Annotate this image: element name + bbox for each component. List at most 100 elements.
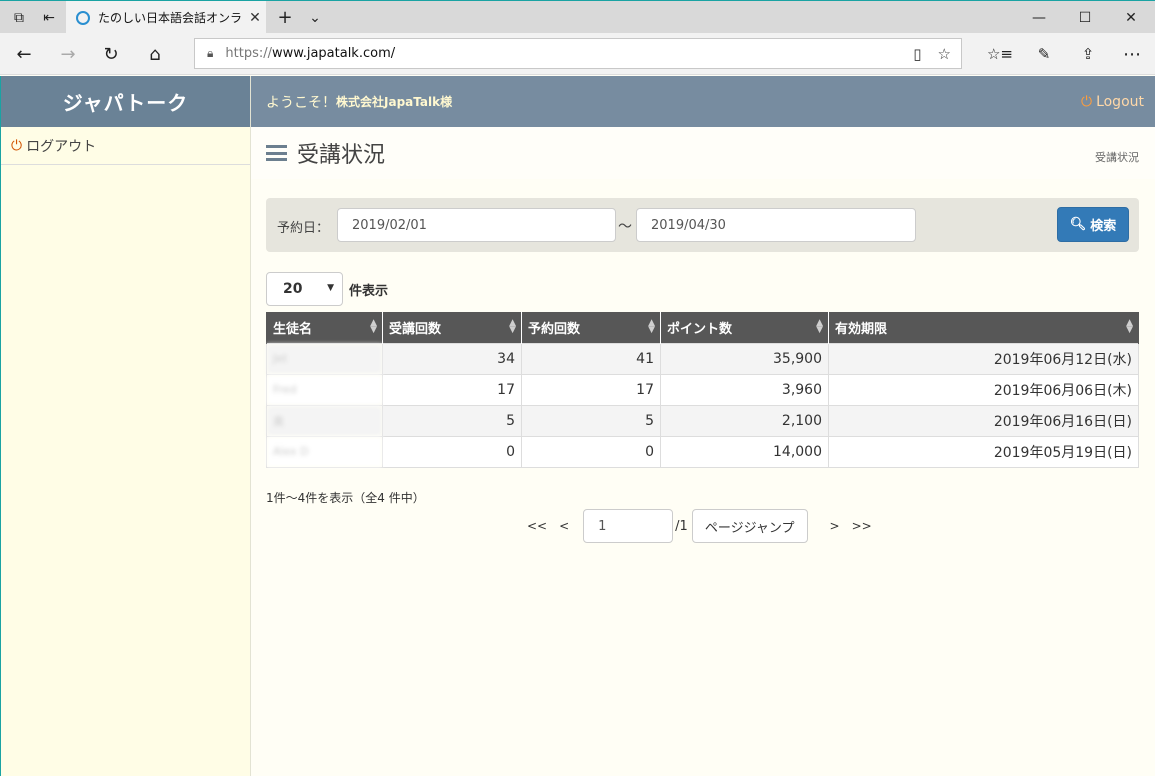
favorites-list-icon[interactable]: ☆≡ [978, 33, 1022, 75]
close-tab-icon[interactable]: ✕ [244, 10, 266, 26]
expiry-cell: 2019年05月19日(日) [828, 435, 1139, 468]
page-number-input[interactable] [583, 509, 674, 543]
caret-down-icon: ▼ [327, 283, 334, 293]
tab-list-icon[interactable]: ⧉ [4, 1, 34, 34]
search-button[interactable]: 🔍︎ 検索 [1057, 207, 1129, 242]
reading-view-icon[interactable]: ▯ [913, 45, 921, 63]
page-jump-button[interactable]: ページジャンプ [691, 509, 808, 543]
per-page-select[interactable]: 20 ▼ [266, 272, 343, 306]
sidebar-item-label: ログアウト [26, 138, 97, 155]
tab-dropdown-icon[interactable]: ⌄ [300, 1, 330, 34]
sort-icon[interactable]: ▲ ▼ [509, 319, 516, 335]
logout-link[interactable]: ⏻ Logout [1081, 76, 1144, 127]
sidebar-item-logout[interactable]: ⏻ ログアウト [1, 127, 250, 165]
sort-icon[interactable]: ▲ ▼ [648, 319, 655, 335]
minimize-icon[interactable]: — [1016, 1, 1062, 34]
back-icon[interactable]: ← [2, 33, 46, 75]
attendance-table: 生徒名 ▲ ▼ 受講回数 ▲ ▼ 予約回数 ▲ ▼ ポイント数 ▲ ▼ 有効期限 ▲ ▼ Jet 3… [266, 312, 1139, 468]
new-tab-icon[interactable]: + [270, 1, 300, 34]
date-from-input[interactable] [337, 208, 616, 242]
lesson-count-cell: 0 [382, 435, 522, 468]
expiry-cell: 2019年06月06日(木) [828, 373, 1139, 406]
company-name: 株式会社JapaTalk様 [336, 95, 453, 109]
table-row: Alex D 0 0 14,000 2019年05月19日(日) [266, 435, 1139, 468]
close-window-icon[interactable]: ✕ [1108, 1, 1154, 34]
main-content: 受講状況 受講状況 予約日： ～ 🔍︎ 検索 20 ▼ 件表示 生徒名▲▼ 受講… [251, 127, 1155, 776]
lock-icon: 🔒︎ [207, 46, 214, 60]
breadcrumb: 受講状況 [1095, 151, 1139, 164]
student-name-cell: Alex D [266, 435, 383, 468]
search-button-label: 検索 [1090, 219, 1117, 234]
reservation-count-cell: 41 [521, 342, 661, 375]
next-page-link[interactable]: > [830, 519, 840, 533]
reservation-count-cell: 5 [521, 404, 661, 437]
reservation-count-cell: 17 [521, 373, 661, 406]
date-to-input[interactable] [636, 208, 916, 242]
column-header-student-name[interactable]: 生徒名 ▲ ▼ [266, 312, 383, 343]
share-icon[interactable]: ⇪ [1066, 33, 1110, 75]
prev-page-link[interactable]: < [559, 519, 569, 533]
points-cell: 2,100 [660, 404, 829, 437]
forward-icon[interactable]: → [46, 33, 90, 75]
table-row: Fred 17 17 3,960 2019年06月06日(木) [266, 373, 1139, 406]
per-page-label: 件表示 [349, 283, 389, 299]
browser-tab-active[interactable]: たのしい日本語会話オンラ ✕ [66, 1, 266, 34]
per-page-control: 20 ▼ 件表示 [266, 272, 388, 306]
reservation-date-label: 予約日： [277, 221, 330, 236]
browser-tab-strip: ⧉ ⇤ たのしい日本語会話オンラ ✕ + ⌄ — ☐ ✕ [0, 0, 1155, 34]
site-favicon-icon [76, 10, 90, 25]
top-header: ようこそ！ 株式会社JapaTalk様 ⏻ Logout [251, 76, 1155, 127]
sidebar: ジャパトーク ⏻ ログアウト [0, 76, 251, 776]
student-name-cell: Jet [266, 342, 383, 375]
url-field[interactable]: 🔒︎ https://www.japatalk.com/ ▯ ☆ [194, 38, 962, 69]
lesson-count-cell: 5 [382, 404, 522, 437]
points-cell: 3,960 [660, 373, 829, 406]
page-title: 受講状況 [297, 143, 386, 168]
result-count-info: 1件～4件を表示（全4 件中） [266, 491, 425, 505]
brand-logo[interactable]: ジャパトーク [1, 76, 250, 127]
pagination: << < /1 ページジャンプ > >> [521, 509, 878, 543]
url-actions: ▯ ☆ [913, 39, 951, 68]
url-host: www.japatalk.com/ [272, 46, 396, 61]
student-name-cell: Fred [266, 373, 383, 406]
power-icon: ⏻ [11, 137, 23, 154]
table-row: Jet 34 41 35,900 2019年06月12日(水) [266, 342, 1139, 375]
url-text[interactable]: https://www.japatalk.com/ [225, 46, 395, 61]
welcome-text: ようこそ！ [266, 94, 336, 111]
search-icon: 🔍︎ [1069, 217, 1087, 232]
tab-title: たのしい日本語会話オンラ [98, 11, 243, 25]
power-icon: ⏻ [1080, 93, 1093, 110]
sort-icon[interactable]: ▲ ▼ [816, 319, 823, 335]
column-header-points[interactable]: ポイント数 ▲ ▼ [660, 312, 829, 343]
sort-icon[interactable]: ▲ ▼ [370, 319, 377, 335]
per-page-value: 20 [283, 281, 303, 297]
page-header: 受講状況 [251, 127, 1155, 179]
more-menu-icon[interactable]: ⋯ [1110, 33, 1154, 75]
points-cell: 14,000 [660, 435, 829, 468]
maximize-icon[interactable]: ☐ [1062, 1, 1108, 34]
points-cell: 35,900 [660, 342, 829, 375]
expiry-cell: 2019年06月16日(日) [828, 404, 1139, 437]
set-aside-tabs-icon[interactable]: ⇤ [34, 1, 64, 34]
total-pages: /1 [675, 518, 688, 534]
column-header-lesson-count[interactable]: 受講回数 ▲ ▼ [382, 312, 522, 343]
column-header-expiry[interactable]: 有効期限 ▲ ▼ [828, 312, 1139, 343]
browser-address-bar: ← → ↻ ⌂ 🔒︎ https://www.japatalk.com/ ▯ ☆… [0, 33, 1155, 75]
first-page-link[interactable]: << [527, 519, 547, 533]
table-row: 奥 5 5 2,100 2019年06月16日(日) [266, 404, 1139, 437]
url-protocol: https:// [225, 46, 272, 61]
expiry-cell: 2019年06月12日(水) [828, 342, 1139, 375]
refresh-icon[interactable]: ↻ [89, 33, 133, 75]
lesson-count-cell: 17 [382, 373, 522, 406]
logout-label: Logout [1096, 93, 1144, 110]
last-page-link[interactable]: >> [852, 519, 872, 533]
hamburger-menu-icon[interactable] [266, 145, 287, 161]
column-header-reservation-count[interactable]: 予約回数 ▲ ▼ [521, 312, 661, 343]
sort-icon[interactable]: ▲ ▼ [1126, 319, 1133, 335]
search-panel: 予約日： ～ 🔍︎ 検索 [266, 198, 1139, 252]
home-icon[interactable]: ⌂ [133, 33, 177, 75]
pen-icon[interactable]: ✎ [1022, 33, 1066, 75]
favorite-star-icon[interactable]: ☆ [938, 45, 951, 63]
student-name-cell: 奥 [266, 404, 383, 437]
reservation-count-cell: 0 [521, 435, 661, 468]
